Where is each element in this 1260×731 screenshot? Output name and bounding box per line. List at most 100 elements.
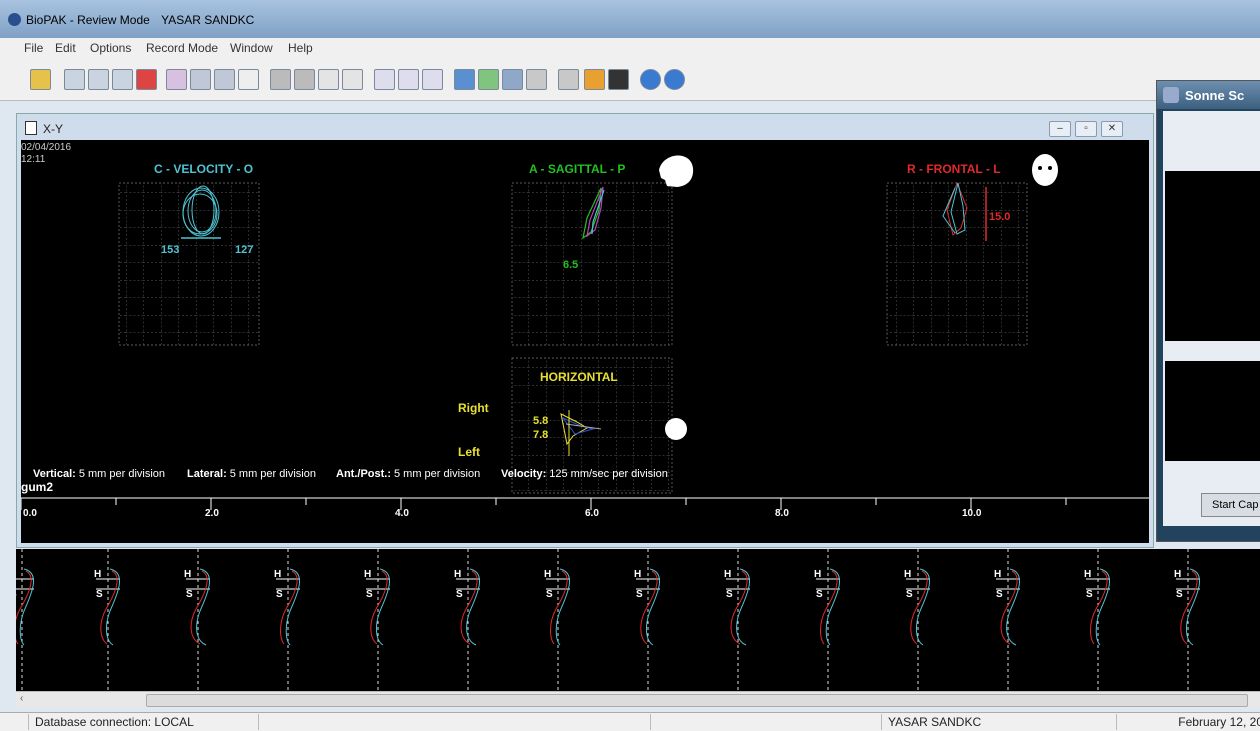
timeline-ticks bbox=[21, 498, 1067, 510]
svg-text:Velocity:125 mm/sec per divisi: Velocity: 125 mm/sec per division bbox=[501, 468, 668, 480]
record-name: gum2 bbox=[21, 480, 53, 494]
fft-icon[interactable] bbox=[318, 69, 339, 90]
scroll-left-icon[interactable]: ‹ bbox=[20, 693, 23, 704]
strip-s-label: S bbox=[996, 589, 1003, 600]
xy-plot-area: 02/04/2016 12:11 C - VELOCITY - O 153 12… bbox=[21, 140, 1149, 543]
strip-cycle-marker: HS bbox=[364, 549, 390, 691]
camera-icon[interactable] bbox=[502, 69, 523, 90]
app-title: BioPAK - Review Mode bbox=[26, 13, 150, 27]
title-bar: BioPAK - Review Mode YASAR SANDKC bbox=[0, 0, 1260, 38]
sonne-preview-strip bbox=[1165, 361, 1260, 461]
antpost-scale-value: 5 mm per division bbox=[394, 468, 480, 480]
vertical-arrow-icon[interactable] bbox=[238, 69, 259, 90]
strip-s-label: S bbox=[456, 589, 463, 600]
strip-trace-red bbox=[460, 570, 478, 645]
strip-trace-red bbox=[14, 570, 32, 645]
zoom-icon[interactable] bbox=[166, 69, 187, 90]
film-icon[interactable] bbox=[608, 69, 629, 90]
strip-h-label: H bbox=[454, 569, 461, 580]
sagittal-value: 6.5 bbox=[563, 259, 578, 271]
start-capture-button[interactable]: Start Cap bbox=[1201, 493, 1260, 517]
timeline-tick-label: 6.0 bbox=[585, 508, 599, 519]
strip-h-label: H bbox=[814, 569, 821, 580]
minimize-button[interactable]: – bbox=[1049, 121, 1071, 137]
timeline-tick-label: 8.0 bbox=[775, 508, 789, 519]
lateral-scale-value: 5 mm per division bbox=[230, 468, 316, 480]
frontal-grid bbox=[886, 182, 1028, 346]
strip-trace-red bbox=[550, 570, 568, 645]
rl-icon[interactable] bbox=[374, 69, 395, 90]
svg-text:Vertical:5 mm per division: Vertical: 5 mm per division bbox=[33, 468, 165, 480]
xy-window: X-Y – ▫ ✕ 02/04/2016 12:11 C - VELOCITY … bbox=[16, 113, 1154, 548]
strip-cycle-marker: HS bbox=[904, 549, 930, 691]
strip-s-label: S bbox=[276, 589, 283, 600]
delete-record-icon[interactable] bbox=[136, 69, 157, 90]
acp-acc-icon[interactable] bbox=[422, 69, 443, 90]
strip-h-label: H bbox=[544, 569, 551, 580]
emg-icon[interactable] bbox=[398, 69, 419, 90]
head-front-icon bbox=[1032, 154, 1058, 186]
palette-icon[interactable] bbox=[478, 69, 499, 90]
maximize-button[interactable]: ▫ bbox=[1075, 121, 1097, 137]
sonne-preview bbox=[1163, 111, 1260, 526]
strip-chart-svg: HSHSHSHSHSHSHSHSHSHSHSHSHSHS bbox=[8, 549, 1200, 691]
velocity-left-value: 153 bbox=[161, 244, 179, 256]
cross-icon[interactable] bbox=[190, 69, 211, 90]
menu-file[interactable]: File bbox=[24, 41, 43, 55]
strip-cycle-marker: HS bbox=[274, 549, 300, 691]
help-icon[interactable] bbox=[640, 69, 661, 90]
strip-cycle-marker: HS bbox=[184, 549, 210, 691]
velocity-grid bbox=[118, 182, 260, 346]
menu-help[interactable]: Help bbox=[288, 41, 313, 55]
xy-window-title: X-Y bbox=[43, 122, 64, 136]
menu-options[interactable]: Options bbox=[90, 41, 131, 55]
strip-s-label: S bbox=[816, 589, 823, 600]
menu-window[interactable]: Window bbox=[230, 41, 273, 55]
strip-h-label: H bbox=[634, 569, 641, 580]
strip-s-label: S bbox=[726, 589, 733, 600]
vertical-scale-value: 5 mm per division bbox=[79, 468, 165, 480]
marker-icon[interactable] bbox=[214, 69, 235, 90]
open-folder-icon[interactable] bbox=[30, 69, 51, 90]
velocity-scale-value: 125 mm/sec per division bbox=[549, 468, 668, 480]
horizontal-plot-title: HORIZONTAL bbox=[540, 370, 618, 384]
vertical-scale-label: Vertical: bbox=[33, 468, 76, 480]
record-move-icon[interactable] bbox=[112, 69, 133, 90]
status-empty-1 bbox=[258, 714, 655, 730]
horizontal-scrollbar[interactable]: ‹ bbox=[16, 691, 1260, 708]
record-icon[interactable] bbox=[64, 69, 85, 90]
sagittal-plot-title: A - SAGITTAL - P bbox=[529, 162, 625, 176]
strip-h-label: H bbox=[904, 569, 911, 580]
strip-cycle-marker: HS bbox=[544, 549, 570, 691]
menu-record-mode[interactable]: Record Mode bbox=[146, 41, 218, 55]
book-icon[interactable] bbox=[454, 69, 475, 90]
strip-cycle-marker: HS bbox=[94, 549, 120, 691]
hand-icon[interactable] bbox=[270, 69, 291, 90]
timeline-tick-label: 10.0 bbox=[962, 508, 982, 519]
strip-h-label: H bbox=[1174, 569, 1181, 580]
strip-s-label: S bbox=[16, 589, 17, 600]
speaker-icon[interactable] bbox=[294, 69, 315, 90]
printer-icon[interactable] bbox=[558, 69, 579, 90]
sonne-window[interactable]: Sonne Sc Start Cap bbox=[1156, 80, 1260, 542]
document-icon[interactable] bbox=[526, 69, 547, 90]
menu-edit[interactable]: Edit bbox=[55, 41, 76, 55]
close-button[interactable]: ✕ bbox=[1101, 121, 1123, 137]
strip-trace-red bbox=[1000, 570, 1018, 645]
waveform-icon[interactable] bbox=[342, 69, 363, 90]
strip-trace-red bbox=[190, 570, 208, 645]
strip-s-label: S bbox=[636, 589, 643, 600]
scrollbar-thumb[interactable] bbox=[146, 694, 1248, 707]
lateral-scale-label: Lateral: bbox=[187, 468, 227, 480]
strip-cycle-marker: HS bbox=[724, 549, 750, 691]
status-user: YASAR SANDKC bbox=[881, 714, 1118, 730]
context-help-icon[interactable] bbox=[664, 69, 685, 90]
tag-icon[interactable] bbox=[584, 69, 605, 90]
velocity-plot-title: C - VELOCITY - O bbox=[154, 162, 253, 176]
svg-text:Ant./Post.:5 mm per division: Ant./Post.: 5 mm per division bbox=[336, 468, 480, 480]
strip-s-label: S bbox=[546, 589, 553, 600]
record-copy-icon[interactable] bbox=[88, 69, 109, 90]
head-top-icon bbox=[665, 418, 687, 440]
record-date: 02/04/2016 bbox=[21, 142, 71, 153]
status-bar: Database connection: LOCAL YASAR SANDKC … bbox=[0, 712, 1260, 731]
